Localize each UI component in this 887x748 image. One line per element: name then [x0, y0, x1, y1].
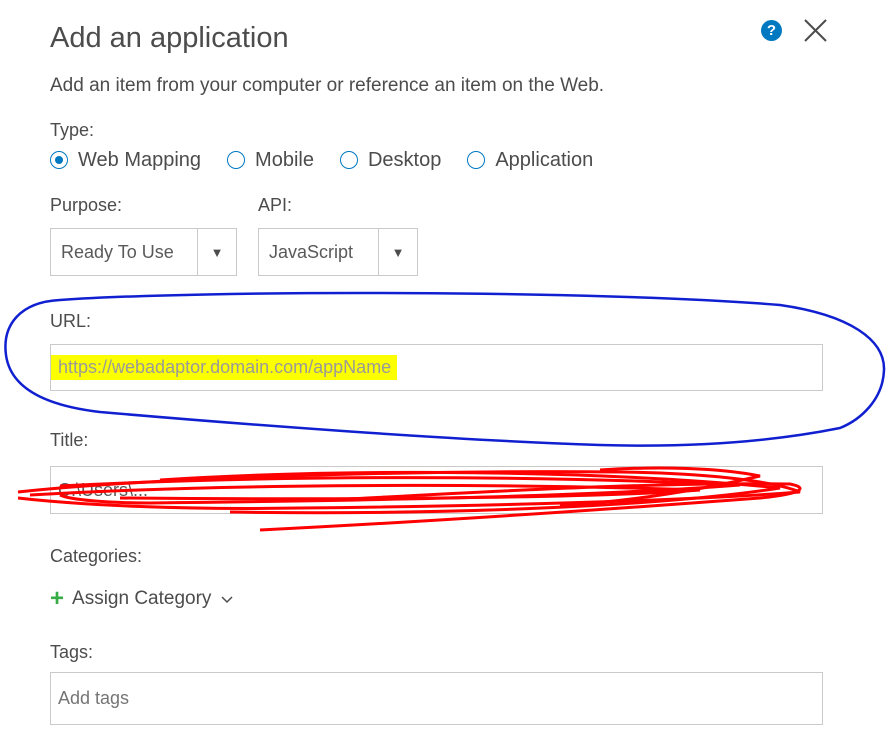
- radio-mobile[interactable]: Mobile: [227, 148, 314, 172]
- url-field[interactable]: https://webadaptor.domain.com/appName: [50, 344, 823, 391]
- categories-label: Categories:: [50, 546, 143, 566]
- purpose-select[interactable]: Ready To Use ▼: [50, 228, 237, 276]
- title-value: C:\Users\...: [58, 479, 149, 500]
- radio-unselected-icon[interactable]: [227, 151, 246, 169]
- tags-label: Tags:: [50, 642, 94, 662]
- type-label: Type:: [50, 120, 95, 140]
- api-select[interactable]: JavaScript ▼: [258, 228, 418, 276]
- radio-label: Mobile: [255, 149, 314, 171]
- radio-label: Desktop: [367, 149, 442, 171]
- radio-label: Application: [495, 149, 594, 171]
- radio-application[interactable]: Application: [467, 148, 593, 172]
- tags-input[interactable]: [50, 672, 823, 725]
- purpose-label: Purpose:: [50, 195, 123, 215]
- dropdown-arrow-icon[interactable]: ▼: [197, 229, 236, 275]
- close-icon[interactable]: [803, 18, 828, 43]
- title-label: Title:: [50, 430, 89, 450]
- title-field[interactable]: C:\Users\...: [50, 466, 823, 514]
- radio-desktop[interactable]: Desktop: [339, 148, 442, 172]
- assign-category-button[interactable]: + Assign Category: [50, 585, 233, 612]
- api-label: API:: [258, 195, 293, 215]
- url-label: URL:: [50, 311, 92, 331]
- url-value: https://webadaptor.domain.com/appName: [51, 355, 398, 380]
- radio-web-mapping[interactable]: Web Mapping: [50, 148, 201, 172]
- radio-unselected-icon[interactable]: [467, 151, 486, 169]
- type-radio-group: Web Mapping Mobile Desktop Application: [50, 147, 619, 173]
- dialog-title: Add an application: [50, 22, 289, 54]
- api-value: JavaScript: [269, 241, 354, 262]
- radio-selected-icon[interactable]: [50, 151, 68, 169]
- plus-icon: +: [50, 585, 65, 612]
- radio-label: Web Mapping: [78, 149, 202, 171]
- chevron-down-icon: [221, 596, 233, 604]
- dropdown-arrow-icon[interactable]: ▼: [378, 229, 417, 275]
- dialog-subtitle: Add an item from your computer or refere…: [50, 75, 605, 96]
- assign-category-label: Assign Category: [72, 588, 212, 609]
- radio-unselected-icon[interactable]: [339, 151, 358, 169]
- purpose-value: Ready To Use: [61, 241, 174, 262]
- question-circle-icon[interactable]: ?: [761, 20, 782, 41]
